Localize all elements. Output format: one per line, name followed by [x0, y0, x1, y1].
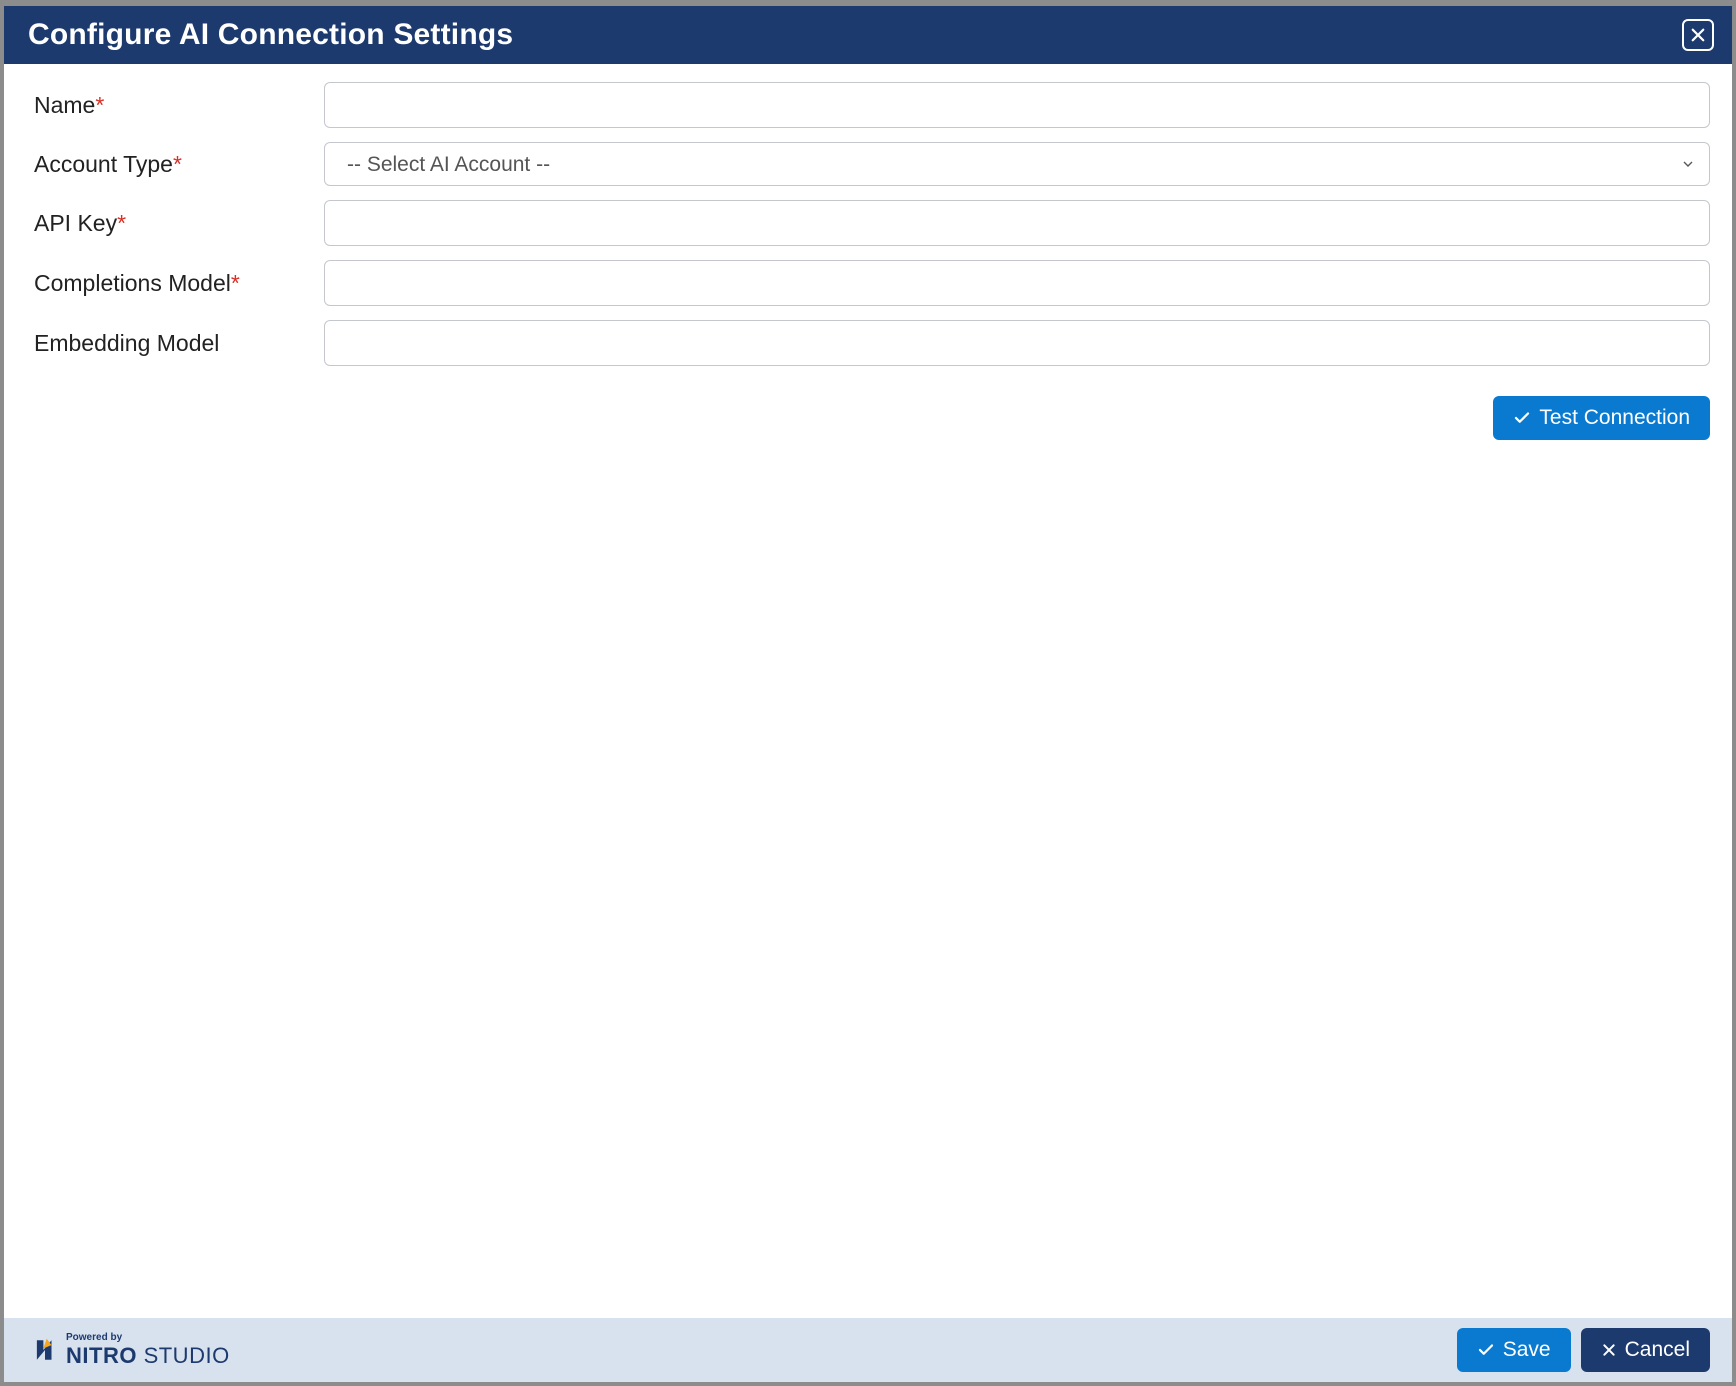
form-area: Name* Account Type* -- Select AI Account…	[4, 64, 1732, 1318]
brand-powered-by: Powered by	[66, 1333, 230, 1343]
required-marker: *	[95, 92, 104, 118]
cancel-label: Cancel	[1625, 1338, 1690, 1362]
dialog-window: Configure AI Connection Settings Name* A…	[0, 0, 1736, 1386]
row-completions-model: Completions Model*	[34, 260, 1710, 306]
title-bar: Configure AI Connection Settings	[4, 6, 1732, 64]
label-api-key-text: API Key	[34, 210, 117, 236]
api-key-input[interactable]	[324, 200, 1710, 246]
brand-name-rest: STUDIO	[137, 1343, 230, 1368]
label-completions-model-text: Completions Model	[34, 270, 231, 296]
label-name-text: Name	[34, 92, 95, 118]
embedding-model-input[interactable]	[324, 320, 1710, 366]
save-button[interactable]: Save	[1457, 1328, 1571, 1372]
check-icon	[1477, 1341, 1495, 1359]
test-connection-button[interactable]: Test Connection	[1493, 396, 1710, 440]
brand-logo-icon	[32, 1337, 58, 1363]
label-name: Name*	[34, 92, 324, 119]
label-account-type-text: Account Type	[34, 151, 173, 177]
cancel-button[interactable]: Cancel	[1581, 1328, 1710, 1372]
test-connection-row: Test Connection	[34, 396, 1710, 440]
close-icon	[1689, 26, 1707, 44]
footer-bar: Powered by NITRO STUDIO Save	[4, 1318, 1732, 1382]
completions-model-input[interactable]	[324, 260, 1710, 306]
account-type-select-wrap: -- Select AI Account --	[324, 142, 1710, 186]
brand-name-bold: NITRO	[66, 1343, 137, 1368]
save-label: Save	[1503, 1338, 1551, 1362]
close-button[interactable]	[1682, 19, 1714, 51]
label-embedding-model: Embedding Model	[34, 330, 324, 357]
label-api-key: API Key*	[34, 210, 324, 237]
required-marker: *	[173, 151, 182, 177]
required-marker: *	[231, 270, 240, 296]
row-api-key: API Key*	[34, 200, 1710, 246]
brand-text: Powered by NITRO STUDIO	[66, 1333, 230, 1367]
footer-buttons: Save Cancel	[1457, 1328, 1710, 1372]
account-type-select[interactable]: -- Select AI Account --	[324, 142, 1710, 186]
test-connection-label: Test Connection	[1539, 406, 1690, 430]
dialog-title: Configure AI Connection Settings	[28, 18, 513, 52]
required-marker: *	[117, 210, 126, 236]
check-icon	[1513, 409, 1531, 427]
name-input[interactable]	[324, 82, 1710, 128]
label-account-type: Account Type*	[34, 151, 324, 178]
close-icon	[1601, 1342, 1617, 1358]
row-name: Name*	[34, 82, 1710, 128]
label-completions-model: Completions Model*	[34, 270, 324, 297]
brand-name: NITRO STUDIO	[66, 1345, 230, 1367]
row-account-type: Account Type* -- Select AI Account --	[34, 142, 1710, 186]
row-embedding-model: Embedding Model	[34, 320, 1710, 366]
brand: Powered by NITRO STUDIO	[32, 1333, 230, 1367]
label-embedding-model-text: Embedding Model	[34, 330, 219, 356]
